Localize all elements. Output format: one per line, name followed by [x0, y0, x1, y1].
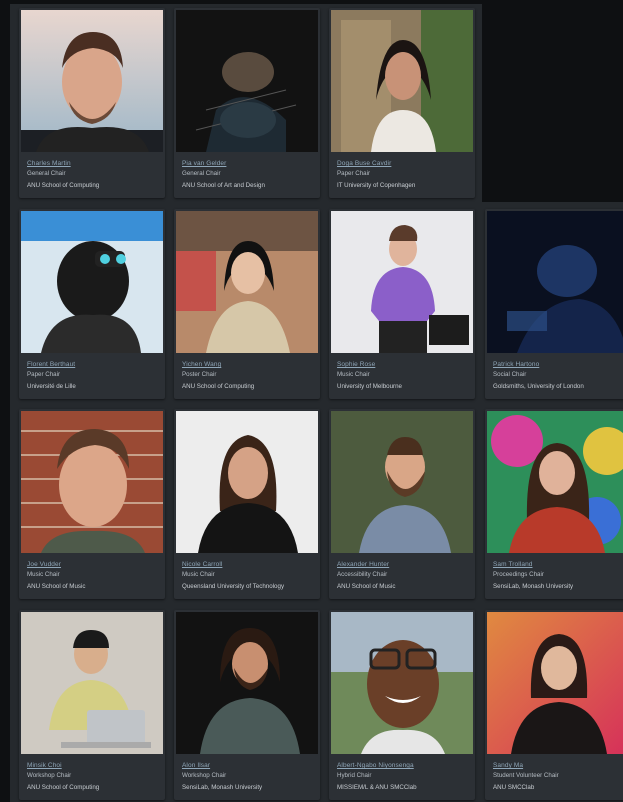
portrait-photo	[487, 612, 623, 754]
person-affiliation: IT University of Copenhagen	[337, 182, 416, 189]
person-affiliation: MISSIEM/L & ANU SMCClab	[337, 784, 417, 791]
portrait-photo	[176, 411, 318, 553]
person-role: Workshop Chair	[182, 772, 227, 779]
person-card: Florent Berthaut Paper Chair Université …	[19, 209, 165, 399]
person-name-link[interactable]: Alon Ilsar	[182, 762, 210, 769]
person-name-link[interactable]: Yichen Wang	[182, 361, 221, 368]
person-name-link[interactable]: Minsik Choi	[27, 762, 62, 769]
person-affiliation: ANU School of Art and Design	[182, 182, 265, 189]
person-role: Hybrid Chair	[337, 772, 372, 779]
person-card: Alon Ilsar Workshop Chair SensiLab, Mona…	[174, 610, 320, 800]
person-affiliation: SensiLab, Monash University	[493, 583, 574, 590]
person-name-link[interactable]: Joe Vudder	[27, 561, 61, 568]
person-role: Paper Chair	[337, 170, 371, 177]
person-name-link[interactable]: Patrick Hartono	[493, 361, 539, 368]
person-affiliation: Goldsmiths, University of London	[493, 383, 584, 390]
person-name-link[interactable]: Albert-Ngabo Niyonsenga	[337, 762, 414, 769]
person-role: General Chair	[182, 170, 221, 177]
person-name-link[interactable]: Florent Berthaut	[27, 361, 75, 368]
person-name-link[interactable]: Sophie Rose	[337, 361, 375, 368]
person-name-link[interactable]: Pia van Gelder	[182, 160, 226, 167]
person-card: Yichen Wang Poster Chair ANU School of C…	[174, 209, 320, 399]
person-name-link[interactable]: Sandy Ma	[493, 762, 523, 769]
person-card: Sophie Rose Music Chair University of Me…	[329, 209, 475, 399]
person-affiliation: University of Melbourne	[337, 383, 402, 390]
person-card: Pia van Gelder General Chair ANU School …	[174, 8, 320, 198]
person-card: Sam Trolland Proceedings Chair SensiLab,…	[485, 409, 623, 599]
portrait-photo	[331, 10, 473, 152]
person-card: Nicole Carroll Music Chair Queensland Un…	[174, 409, 320, 599]
person-role: Paper Chair	[27, 371, 61, 378]
portrait-photo	[176, 612, 318, 754]
portrait-photo	[487, 411, 623, 553]
person-name-link[interactable]: Charles Martin	[27, 160, 71, 167]
person-name-link[interactable]: Doga Buse Cavdir	[337, 160, 391, 167]
person-role: Music Chair	[182, 571, 215, 578]
person-affiliation: Queensland University of Technology	[182, 583, 285, 590]
person-affiliation: SensiLab, Monash University	[182, 784, 263, 791]
portrait-photo	[331, 411, 473, 553]
person-card: Sandy Ma Student Volunteer Chair ANU SMC…	[485, 610, 623, 800]
portrait-photo	[487, 211, 623, 353]
person-name-link[interactable]: Alexander Hunter	[337, 561, 389, 568]
portrait-photo	[176, 10, 318, 152]
person-name-link[interactable]: Sam Trolland	[493, 561, 533, 568]
portrait-photo	[21, 411, 163, 553]
person-role: Music Chair	[337, 371, 370, 378]
person-card: Alexander Hunter Accessibility Chair ANU…	[329, 409, 475, 599]
portrait-photo	[331, 211, 473, 353]
portrait-photo	[21, 211, 163, 353]
person-role: Poster Chair	[182, 371, 217, 378]
person-affiliation: Université de Lille	[27, 383, 76, 390]
person-affiliation: ANU School of Music	[27, 583, 86, 590]
portrait-photo	[331, 612, 473, 754]
portrait-photo	[176, 211, 318, 353]
person-name-link[interactable]: Nicole Carroll	[182, 561, 222, 568]
portrait-photo	[21, 612, 163, 754]
person-card: Minsik Choi Workshop Chair ANU School of…	[19, 610, 165, 800]
person-card: Doga Buse Cavdir Paper Chair IT Universi…	[329, 8, 475, 198]
person-role: Proceedings Chair	[493, 571, 544, 578]
person-card: Joe Vudder Music Chair ANU School of Mus…	[19, 409, 165, 599]
person-card: Charles Martin General Chair ANU School …	[19, 8, 165, 198]
person-affiliation: ANU School of Computing	[27, 182, 100, 189]
person-affiliation: ANU School of Music	[337, 583, 396, 590]
person-role: Accessibility Chair	[337, 571, 388, 578]
person-role: Social Chair	[493, 371, 527, 378]
person-affiliation: ANU School of Computing	[27, 784, 100, 791]
person-affiliation: ANU School of Computing	[182, 383, 255, 390]
portrait-photo	[21, 10, 163, 152]
person-role: Student Volunteer Chair	[493, 772, 559, 779]
person-role: General Chair	[27, 170, 66, 177]
person-affiliation: ANU SMCClab	[493, 784, 535, 791]
person-role: Music Chair	[27, 571, 60, 578]
person-role: Workshop Chair	[27, 772, 72, 779]
person-card: Patrick Hartono Social Chair Goldsmiths,…	[485, 209, 623, 399]
person-card: Albert-Ngabo Niyonsenga Hybrid Chair MIS…	[329, 610, 475, 800]
